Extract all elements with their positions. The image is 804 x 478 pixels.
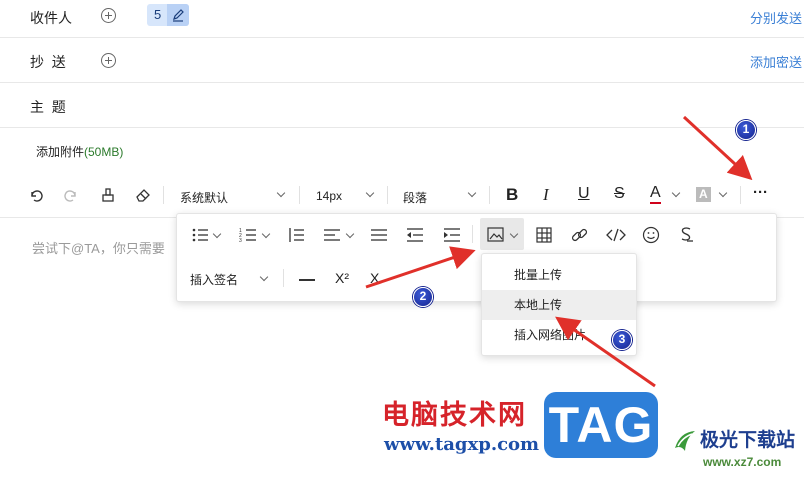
watermark-site-name: 电脑技术网: [382, 400, 527, 431]
annotation-badge-1: 1: [736, 120, 756, 140]
tag-logo: TAG: [544, 392, 658, 458]
annotation-arrow-2: [365, 246, 476, 289]
annotation-badge-3: 3: [612, 330, 632, 350]
watermark-site-url: www.tagxp.com: [384, 434, 540, 455]
jiguang-logo-icon: [675, 431, 695, 451]
jiguang-site-url: www.xz7.com: [703, 455, 782, 469]
annotation-arrow-3: [555, 316, 656, 388]
jiguang-site-name: 极光下载站: [700, 429, 796, 451]
annotation-badge-2: 2: [413, 287, 433, 307]
